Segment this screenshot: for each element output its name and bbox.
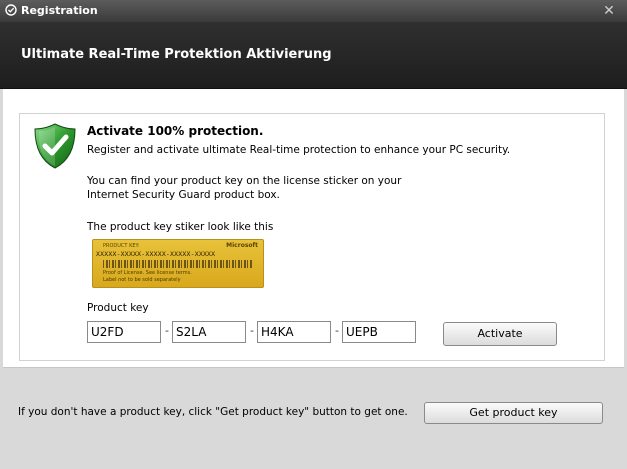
close-button[interactable]: ✕: [599, 2, 619, 20]
product-key-label: Product key: [87, 302, 149, 314]
header-banner: Ultimate Real-Time Protektion Aktivierun…: [0, 22, 627, 89]
activate-button[interactable]: Activate: [443, 322, 557, 346]
panel-heading: Activate 100% protection.: [87, 124, 264, 138]
activation-panel: Activate 100% protection. Register and a…: [19, 113, 605, 361]
title-bar[interactable]: Registration ✕: [0, 0, 627, 22]
registration-window: Registration ✕ Ultimate Real-Time Protek…: [0, 0, 627, 469]
key-separator-3: -: [335, 324, 339, 337]
product-key-part-2[interactable]: [172, 321, 246, 343]
sticker-barcode: [103, 260, 253, 268]
product-key-part-1[interactable]: [87, 321, 161, 343]
sticker-key-placeholder: XXXXX-XXXXX-XXXXX-XXXXX-XXXXX: [96, 250, 216, 258]
find-key-text-2: Internet Security Guard product box.: [87, 189, 280, 201]
sticker-label: PRODUCT KEY:: [103, 243, 140, 249]
key-separator-1: -: [165, 324, 169, 337]
content-area: Activate 100% protection. Register and a…: [3, 89, 624, 368]
sticker-caption: The product key stiker look like this: [87, 221, 274, 233]
get-product-key-button[interactable]: Get product key: [424, 402, 603, 424]
registration-app-icon: [5, 4, 17, 16]
sticker-small-text-1: Proof of License. See license terms.: [103, 270, 192, 276]
sticker-small-text-2: Label not to be sold separately: [103, 277, 181, 283]
sticker-brand: Microsoft: [226, 242, 258, 249]
shield-check-icon: [34, 123, 76, 169]
panel-description: Register and activate ultimate Real-time…: [87, 144, 511, 156]
key-separator-2: -: [250, 324, 254, 337]
find-key-text-1: You can find your product key on the lic…: [87, 175, 402, 187]
product-key-sticker-image: PRODUCT KEY: Microsoft XXXXX-XXXXX-XXXXX…: [92, 239, 264, 288]
close-icon: ✕: [603, 3, 615, 19]
product-key-part-4[interactable]: [342, 321, 416, 343]
window-title: Registration: [21, 4, 98, 17]
header-title: Ultimate Real-Time Protektion Aktivierun…: [21, 47, 332, 62]
get-key-hint: If you don't have a product key, click "…: [18, 406, 408, 418]
product-key-part-3[interactable]: [257, 321, 331, 343]
